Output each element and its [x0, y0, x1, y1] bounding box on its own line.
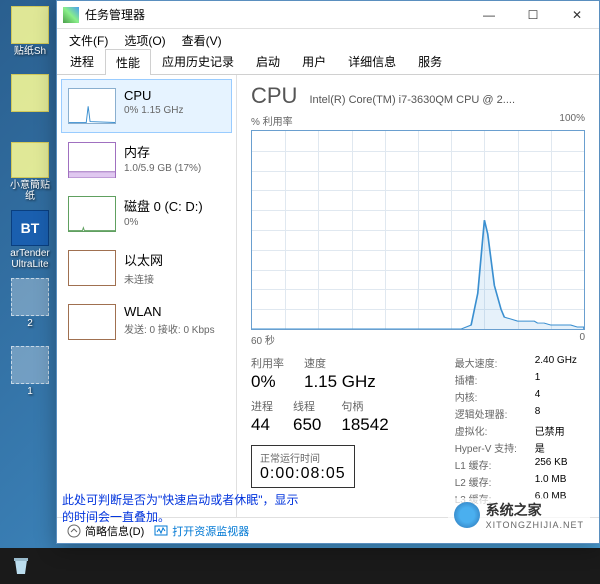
cpu-specs: 最大速度:2.40 GHz 插槽:1 内核:4 逻辑处理器:8 虚拟化:已禁用 … [455, 355, 585, 508]
tab-services[interactable]: 服务 [407, 48, 453, 74]
sidebar-ethernet-label: 以太网 [124, 250, 225, 269]
minimize-button[interactable]: — [467, 1, 511, 29]
desktop-icon-note-1[interactable]: 贴纸Sh [6, 6, 54, 66]
uptime-box: 正常运行时间 0:00:08:05 [251, 445, 355, 488]
taskbar[interactable] [0, 548, 600, 584]
window-controls: — ☐ ✕ [467, 1, 599, 29]
x-axis-left: 60 秒 [251, 332, 275, 347]
sidebar-cpu-label: CPU [124, 88, 225, 103]
app-icon [63, 7, 79, 23]
utilization-value: 0% [251, 372, 284, 392]
tab-performance[interactable]: 性能 [105, 49, 151, 75]
desktop-icon-folder-1[interactable]: 1 [6, 346, 54, 406]
y-axis-label: % 利用率 [251, 113, 293, 128]
desktop-icons-column: 贴纸Sh 小意簡贴纸 BTarTender UltraLite 2 1 [0, 0, 60, 584]
x-axis-right: 0 [579, 332, 585, 347]
memory-mini-chart [68, 142, 116, 178]
content-area: CPU0% 1.15 GHz 内存1.0/5.9 GB (17%) 磁盘 0 (… [57, 75, 599, 517]
main-title: CPU [251, 83, 297, 109]
performance-sidebar: CPU0% 1.15 GHz 内存1.0/5.9 GB (17%) 磁盘 0 (… [57, 75, 237, 517]
watermark-logo-icon [454, 502, 480, 528]
task-manager-window: 任务管理器 — ☐ ✕ 文件(F) 选项(O) 查看(V) 进程 性能 应用历史… [56, 0, 600, 544]
sidebar-item-disk[interactable]: 磁盘 0 (C: D:)0% [61, 187, 232, 241]
maximize-button[interactable]: ☐ [511, 1, 555, 29]
tab-app-history[interactable]: 应用历史记录 [151, 48, 245, 74]
wlan-mini-chart [68, 304, 116, 340]
cpu-model: Intel(R) Core(TM) i7-3630QM CPU @ 2.... [309, 94, 585, 106]
processes-value: 44 [251, 415, 273, 435]
cpu-utilization-chart [251, 130, 585, 330]
tab-details[interactable]: 详细信息 [337, 48, 407, 74]
tab-processes[interactable]: 进程 [59, 48, 105, 74]
desktop-icon-note-2[interactable] [6, 74, 54, 134]
watermark: 系统之家 XITONGZHIJIA.NET [448, 498, 590, 532]
cpu-mini-chart [68, 88, 116, 124]
main-panel: CPU Intel(R) Core(TM) i7-3630QM CPU @ 2.… [237, 75, 599, 517]
titlebar[interactable]: 任务管理器 — ☐ ✕ [57, 1, 599, 29]
tab-startup[interactable]: 启动 [245, 48, 291, 74]
disk-mini-chart [68, 196, 116, 232]
close-button[interactable]: ✕ [555, 1, 599, 29]
speed-value: 1.15 GHz [304, 372, 376, 392]
annotation-text: 此处可判断是否为"快速启动或者休眠"，显示 的时间会一直叠加。 [62, 492, 299, 526]
sidebar-memory-label: 内存 [124, 142, 225, 161]
sidebar-wlan-label: WLAN [124, 304, 225, 319]
desktop-icon-note-3[interactable]: 小意簡贴纸 [6, 142, 54, 202]
sidebar-item-memory[interactable]: 内存1.0/5.9 GB (17%) [61, 133, 232, 187]
sidebar-item-wlan[interactable]: WLAN发送: 0 接收: 0 Kbps [61, 295, 232, 349]
sidebar-item-ethernet[interactable]: 以太网未连接 [61, 241, 232, 295]
handles-value: 18542 [341, 415, 388, 435]
desktop-icon-bartender[interactable]: BTarTender UltraLite [6, 210, 54, 270]
y-axis-max: 100% [559, 113, 585, 128]
desktop-icon-folder-2[interactable]: 2 [6, 278, 54, 338]
tab-users[interactable]: 用户 [291, 48, 337, 74]
recycle-bin-icon[interactable] [6, 551, 36, 581]
ethernet-mini-chart [68, 250, 116, 286]
window-title: 任务管理器 [85, 6, 467, 23]
sidebar-item-cpu[interactable]: CPU0% 1.15 GHz [61, 79, 232, 133]
uptime-value: 0:00:08:05 [260, 465, 346, 483]
sidebar-disk-label: 磁盘 0 (C: D:) [124, 196, 225, 215]
threads-value: 650 [293, 415, 321, 435]
tabbar: 进程 性能 应用历史记录 启动 用户 详细信息 服务 [57, 51, 599, 75]
